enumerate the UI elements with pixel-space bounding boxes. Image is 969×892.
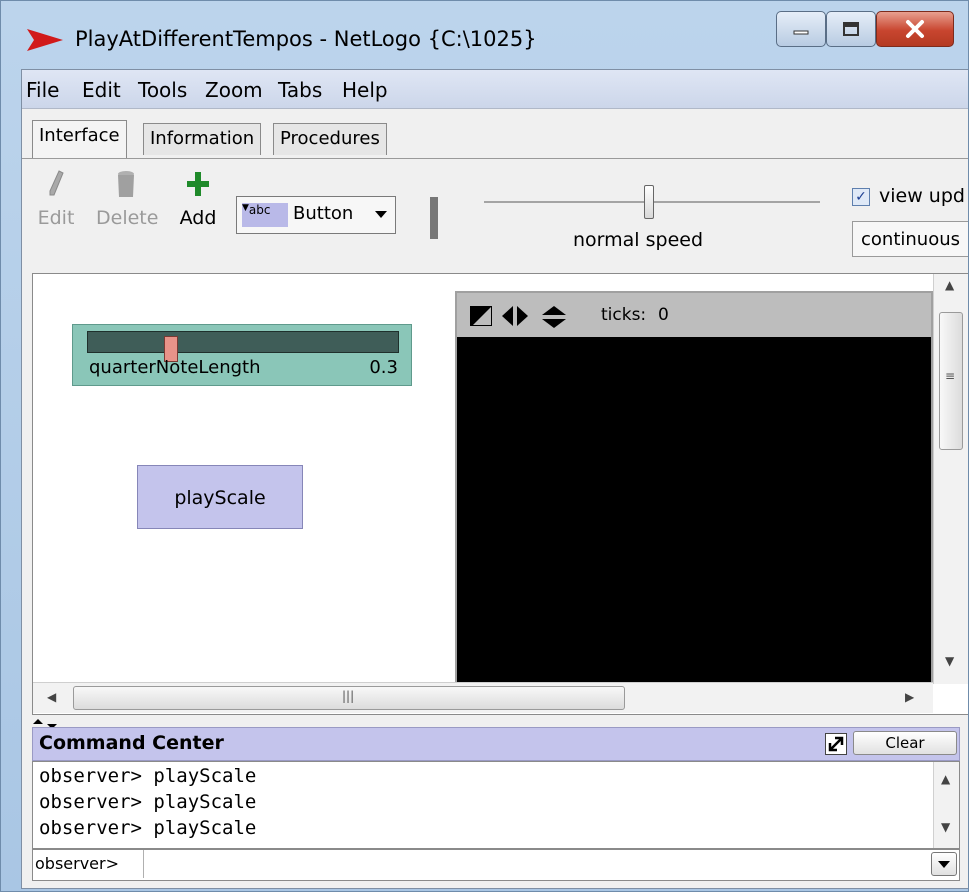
log-line: observer> playScale: [39, 765, 257, 787]
title-bar[interactable]: PlayAtDifferentTempos - NetLogo {C:\1025…: [1, 1, 968, 69]
expand-button[interactable]: [825, 733, 847, 755]
play-scale-button[interactable]: playScale: [137, 465, 303, 529]
command-input-row: observer>: [32, 849, 960, 881]
toolbar-separator: [430, 197, 438, 239]
quarter-note-length-slider[interactable]: quarterNoteLength 0.3: [72, 324, 412, 386]
widget-icon-text: abc: [248, 203, 271, 217]
chevron-down-icon: [375, 211, 387, 218]
ticks-value: 0: [658, 305, 669, 325]
trash-icon: [118, 171, 134, 197]
menu-help[interactable]: Help: [342, 78, 388, 102]
clear-button[interactable]: Clear: [853, 731, 957, 755]
tab-bar: Interface Information Procedures: [22, 108, 968, 158]
horizontal-scroll-thumb[interactable]: |||: [73, 686, 625, 710]
widget-type-dropdown[interactable]: ▼abc Button: [236, 196, 396, 234]
horizontal-scrollbar[interactable]: ◀ ||| ▶: [33, 682, 933, 713]
edit-label: Edit: [37, 207, 75, 229]
menu-edit[interactable]: Edit: [82, 78, 121, 102]
grip-icon: ≡: [945, 369, 956, 383]
command-center-title: Command Center: [39, 732, 224, 754]
menu-file[interactable]: File: [26, 78, 59, 102]
menu-zoom[interactable]: Zoom: [205, 78, 263, 102]
vertical-scrollbar[interactable]: ▲ ≡ ▼: [933, 274, 968, 684]
tab-information[interactable]: Information: [143, 123, 262, 155]
maximize-button[interactable]: [826, 11, 876, 47]
minimize-icon: [793, 30, 809, 35]
view-updates-label: view upd: [879, 185, 965, 207]
interface-canvas[interactable]: quarterNoteLength 0.3 playScale ticks: 0…: [32, 273, 968, 715]
settings-icon[interactable]: [469, 305, 493, 327]
scroll-down-icon[interactable]: ▼: [941, 820, 950, 834]
pencil-icon: [49, 170, 64, 196]
slider-value: 0.3: [369, 357, 398, 378]
scroll-down-icon[interactable]: ▼: [945, 654, 954, 668]
menu-tabs[interactable]: Tabs: [278, 78, 322, 102]
grip-icon: |||: [342, 689, 355, 703]
view-header: ticks: 0: [457, 293, 931, 337]
slider-name: quarterNoteLength: [89, 357, 261, 378]
world-view[interactable]: ticks: 0: [455, 291, 933, 691]
netlogo-logo-icon: [27, 29, 63, 51]
add-button[interactable]: Add: [178, 169, 218, 229]
speed-slider-thumb[interactable]: [644, 185, 654, 219]
ticks-label: ticks:: [601, 305, 647, 325]
close-button[interactable]: [876, 11, 954, 47]
close-icon: [906, 20, 924, 38]
button-widget-icon: ▼abc: [242, 203, 288, 227]
vertical-scroll-thumb[interactable]: ≡: [939, 312, 963, 450]
view-updates-checkbox[interactable]: ✓: [852, 188, 870, 206]
minimize-button[interactable]: [776, 11, 826, 47]
delete-label: Delete: [96, 207, 159, 229]
scroll-up-icon[interactable]: ▲: [945, 278, 954, 292]
log-scrollbar[interactable]: ▲ ▼: [933, 762, 959, 848]
interface-toolbar: Edit Delete Add ▼abc Button normal speed: [22, 158, 968, 269]
menu-bar: File Edit Tools Zoom Tabs Help: [22, 70, 968, 109]
speed-label: normal speed: [573, 229, 704, 251]
log-line: observer> playScale: [39, 791, 257, 813]
delete-button[interactable]: Delete: [96, 169, 159, 229]
update-mode-dropdown[interactable]: continuous: [852, 221, 968, 257]
history-dropdown-button[interactable]: [931, 852, 957, 876]
add-icon: [187, 172, 209, 196]
tab-interface[interactable]: Interface: [32, 120, 127, 158]
maximize-icon: [843, 22, 859, 36]
scroll-right-icon[interactable]: ▶: [905, 690, 914, 704]
scroll-left-icon[interactable]: ◀: [47, 690, 56, 704]
add-label: Add: [179, 207, 217, 229]
command-input[interactable]: [143, 850, 927, 878]
client-area: File Edit Tools Zoom Tabs Help Interface…: [21, 69, 968, 889]
app-window: PlayAtDifferentTempos - NetLogo {C:\1025…: [0, 0, 969, 892]
pane-splitter[interactable]: [32, 715, 958, 729]
command-center-header: Command Center Clear: [32, 727, 960, 761]
window-title: PlayAtDifferentTempos - NetLogo {C:\1025…: [75, 27, 537, 51]
log-line: observer> playScale: [39, 817, 257, 839]
menu-tools[interactable]: Tools: [138, 78, 187, 102]
vertical-resize-icon[interactable]: [541, 305, 567, 329]
widget-type-value: Button: [293, 203, 354, 224]
expand-icon: [828, 736, 844, 752]
slider-trough[interactable]: [87, 331, 399, 362]
scroll-up-icon[interactable]: ▲: [941, 772, 950, 786]
command-output-log[interactable]: observer> playScale observer> playScale …: [32, 761, 960, 849]
horizontal-resize-icon[interactable]: [501, 305, 529, 327]
tab-procedures[interactable]: Procedures: [273, 123, 387, 155]
agent-prompt[interactable]: observer>: [35, 854, 119, 873]
edit-button[interactable]: Edit: [36, 169, 76, 229]
